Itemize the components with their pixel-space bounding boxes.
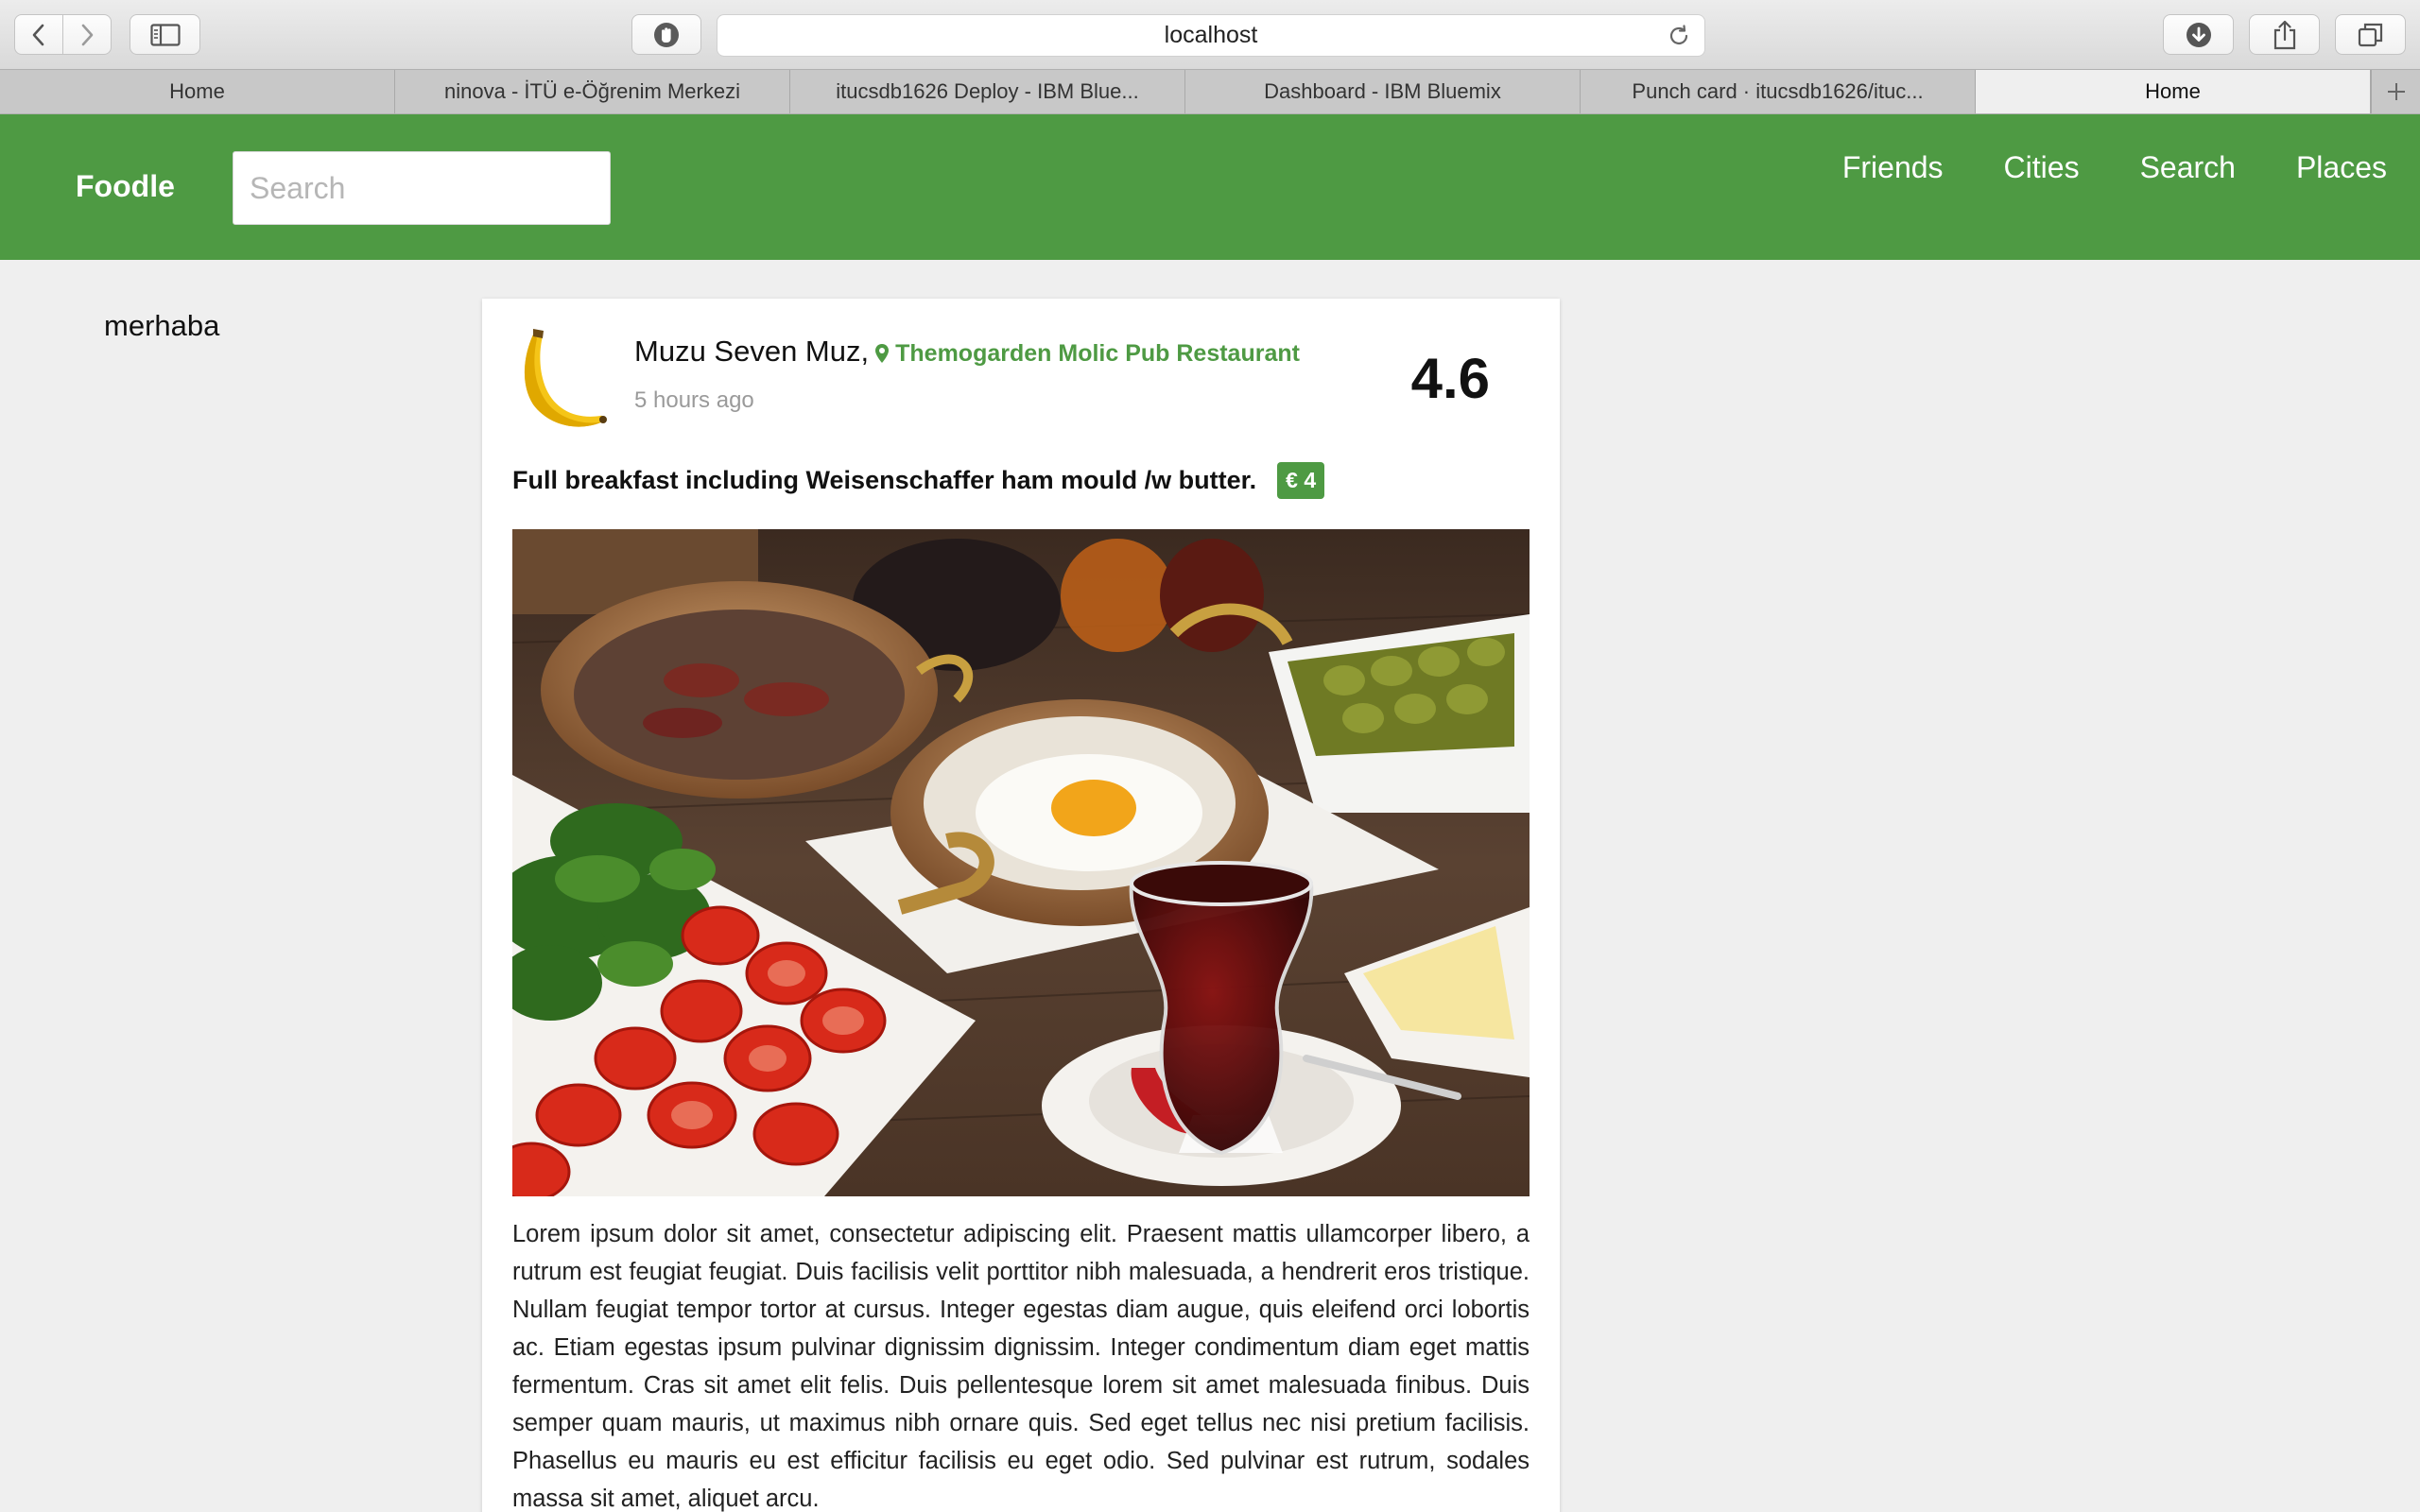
tab-bar: Home ninova - İTÜ e-Öğrenim Merkezi ituc… <box>0 69 2420 114</box>
new-tab-icon <box>2387 83 2405 100</box>
place-link[interactable]: Themogarden Molic Pub Restaurant <box>874 340 1300 368</box>
tab-ninova[interactable]: ninova - İTÜ e-Öğrenim Merkezi <box>395 70 790 113</box>
app-navbar: Foodle Friends Cities Search Places <box>0 114 2420 260</box>
nav-link-friends[interactable]: Friends <box>1842 150 1944 185</box>
history-nav <box>14 14 112 55</box>
address-bar[interactable]: localhost <box>717 14 1705 57</box>
tab-punch-card[interactable]: Punch card · itucsdb1626/ituc... <box>1581 70 1976 113</box>
map-pin-icon <box>875 344 890 363</box>
sidebar-greeting: merhaba <box>104 309 220 342</box>
privacy-report-button[interactable] <box>631 14 701 55</box>
post-photo[interactable] <box>512 529 1530 1196</box>
tab-overview-button[interactable] <box>2335 14 2406 55</box>
tab-home[interactable]: Home <box>0 70 395 113</box>
post-description: Lorem ipsum dolor sit amet, consectetur … <box>512 1221 1530 1512</box>
tab-itucsdb-deploy[interactable]: itucsdb1626 Deploy - IBM Blue... <box>790 70 1185 113</box>
nav-links: Friends Cities Search Places <box>1842 150 2387 185</box>
caption-text: Full breakfast including Weisenschaffer … <box>512 466 1257 494</box>
post-timestamp: 5 hours ago <box>634 387 754 413</box>
forward-button[interactable] <box>62 15 111 54</box>
url-text: localhost <box>1164 22 1258 48</box>
author-name[interactable]: Muzu Seven Muz <box>634 335 861 369</box>
nav-link-cities[interactable]: Cities <box>2004 150 2080 185</box>
banana-icon <box>524 329 607 427</box>
new-tab-button[interactable] <box>2371 70 2420 113</box>
privacy-icon <box>654 22 679 47</box>
tab-home-active[interactable]: Home <box>1976 70 2371 113</box>
tab-bluemix-dashboard[interactable]: Dashboard - IBM Bluemix <box>1185 70 1581 113</box>
share-button[interactable] <box>2249 14 2320 55</box>
place-name: Themogarden Molic Pub Restaurant <box>895 340 1300 367</box>
author-separator: , <box>860 335 870 368</box>
breakfast-photo <box>512 529 1530 1196</box>
reload-button[interactable] <box>1667 24 1691 55</box>
post-caption: Full breakfast including Weisenschaffer … <box>512 462 1325 499</box>
forward-icon <box>81 24 94 45</box>
rating-score: 4.6 <box>1410 347 1490 410</box>
sidebar-toggle-button[interactable] <box>130 14 200 55</box>
brand-logo[interactable]: Foodle <box>76 169 175 204</box>
download-icon <box>2186 22 2211 47</box>
back-icon <box>32 24 44 45</box>
search-input[interactable] <box>233 151 611 225</box>
post-card: Muzu Seven Muz, Themogarden Molic Pub Re… <box>482 299 1560 1512</box>
price-badge: € 4 <box>1277 462 1325 499</box>
post-header: Muzu Seven Muz, Themogarden Molic Pub Re… <box>634 335 1300 369</box>
sidebar-icon <box>149 23 181 46</box>
browser-toolbar: localhost <box>0 0 2420 69</box>
tabs-overview-icon <box>2358 23 2382 46</box>
avatar[interactable] <box>512 327 613 437</box>
share-icon <box>2273 20 2295 49</box>
reload-icon <box>1669 25 1688 44</box>
nav-link-places[interactable]: Places <box>2296 150 2387 185</box>
nav-link-search[interactable]: Search <box>2140 150 2236 185</box>
downloads-button[interactable] <box>2163 14 2234 55</box>
back-button[interactable] <box>15 15 62 54</box>
